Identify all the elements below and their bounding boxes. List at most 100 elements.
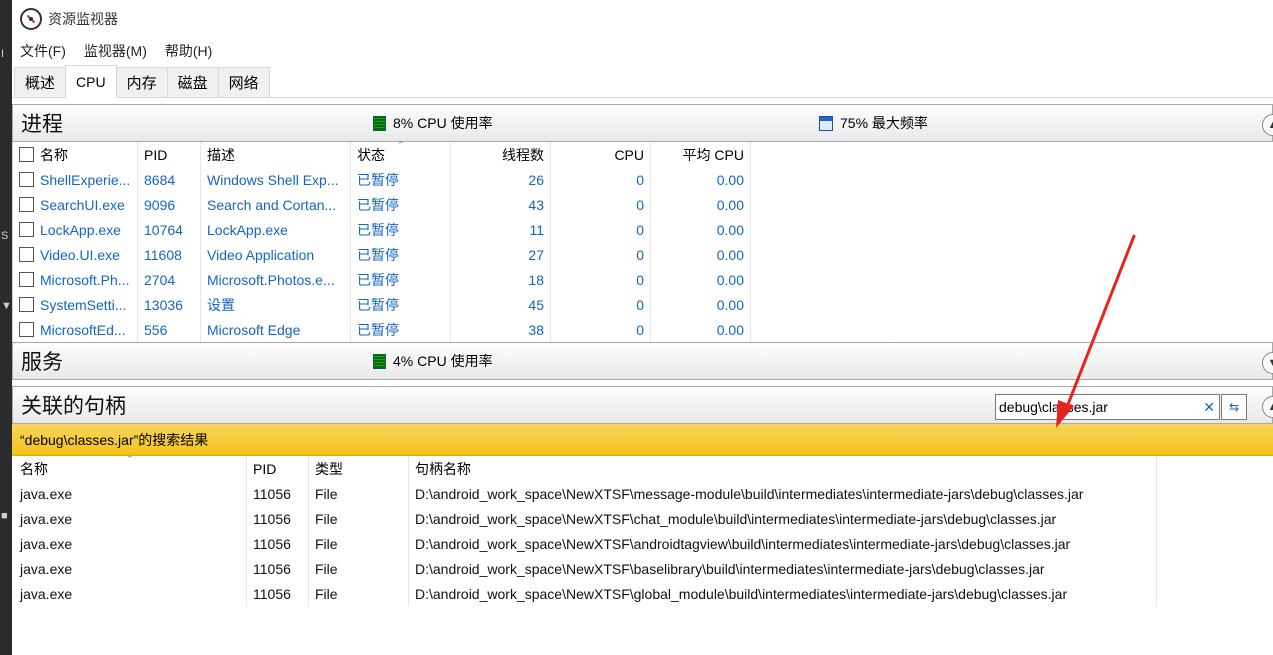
tab-overview[interactable]: 概述 <box>14 67 67 97</box>
process-state: 已暂停 <box>351 317 451 342</box>
process-checkbox[interactable] <box>19 322 34 337</box>
edge-glyph: I <box>1 48 5 60</box>
process-name: MicrosoftEd... <box>40 321 126 338</box>
process-name-cell: SearchUI.exe <box>13 192 138 217</box>
process-checkbox[interactable] <box>19 247 34 262</box>
process-name: Microsoft.Ph... <box>40 271 130 288</box>
process-checkbox[interactable] <box>19 197 34 212</box>
process-threads: 11 <box>451 217 551 242</box>
handle-name: D:\android_work_space\NewXTSF\chat_modul… <box>409 506 1157 531</box>
handle-process-name: java.exe <box>12 556 247 581</box>
process-name: Video.UI.exe <box>40 246 120 263</box>
max-frequency-label: 75% 最大频率 <box>840 115 928 131</box>
process-row[interactable]: LockApp.exe 10764 LockApp.exe 已暂停 11 0 0.00 <box>13 217 1273 242</box>
clear-icon[interactable]: ✕ <box>1203 399 1215 416</box>
handle-name: D:\android_work_space\NewXTSF\androidtag… <box>409 531 1157 556</box>
column-header-avg-cpu[interactable]: 平均 CPU <box>651 142 751 167</box>
column-header-pid[interactable]: PID <box>138 142 201 167</box>
resource-monitor-window: 资源监视器 文件(F) 监视器(M) 帮助(H) 概述 CPU 内存 磁盘 网络… <box>12 0 1273 655</box>
process-name-cell: MicrosoftEd... <box>13 317 138 342</box>
process-cpu: 0 <box>551 267 651 292</box>
process-threads: 45 <box>451 292 551 317</box>
services-title: 服务 <box>21 351 63 374</box>
tab-disk[interactable]: 磁盘 <box>166 67 219 97</box>
process-threads: 26 <box>451 167 551 192</box>
process-threads: 27 <box>451 242 551 267</box>
select-all-checkbox[interactable] <box>19 147 34 162</box>
column-header-cpu[interactable]: CPU <box>551 142 651 167</box>
collapse-icon[interactable]: ▲ <box>1262 114 1273 136</box>
process-row[interactable]: ShellExperie... 8684 Windows Shell Exp... 已… <box>13 167 1273 192</box>
process-description: LockApp.exe <box>201 217 351 242</box>
process-avg-cpu: 0.00 <box>651 317 751 342</box>
services-cpu-usage-label: 4% CPU 使用率 <box>393 353 493 369</box>
handle-process-name: java.exe <box>12 506 247 531</box>
processes-title: 进程 <box>21 113 63 136</box>
cpu-usage-icon <box>373 115 386 131</box>
expand-icon[interactable]: ▼ <box>1262 352 1273 374</box>
process-cpu: 0 <box>551 167 651 192</box>
process-name-cell: Video.UI.exe <box>13 242 138 267</box>
handle-search-input[interactable]: debug\classes.jar ✕ <box>995 394 1220 420</box>
services-header[interactable]: 服务 4% CPU 使用率 ▼ <box>12 342 1273 380</box>
menu-help[interactable]: 帮助(H) <box>165 41 212 61</box>
process-row[interactable]: Microsoft.Ph... 2704 Microsoft.Photos.e...… <box>13 267 1273 292</box>
process-pid: 11608 <box>138 242 201 267</box>
process-checkbox[interactable] <box>19 172 34 187</box>
handle-name: D:\android_work_space\NewXTSF\global_mod… <box>409 581 1157 606</box>
process-name: SearchUI.exe <box>40 196 125 213</box>
processes-header[interactable]: 进程 8% CPU 使用率 75% 最大频率 ▲ <box>12 104 1273 142</box>
handle-search-value: debug\classes.jar <box>999 399 1108 415</box>
handle-row[interactable]: java.exe 11056 File D:\android_work_space\N… <box>12 531 1273 556</box>
process-checkbox[interactable] <box>19 297 34 312</box>
column-header-handle-name[interactable]: 句柄名称 <box>409 456 1157 481</box>
handle-row[interactable]: java.exe 11056 File D:\android_work_space\N… <box>12 506 1273 531</box>
handle-row[interactable]: java.exe 11056 File D:\android_work_space\N… <box>12 581 1273 606</box>
handle-process-name: java.exe <box>12 481 247 506</box>
tab-memory[interactable]: 内存 <box>115 67 168 97</box>
process-pid: 556 <box>138 317 201 342</box>
process-checkbox[interactable] <box>19 272 34 287</box>
process-row[interactable]: Video.UI.exe 11608 Video Application 已暂停 27 0… <box>13 242 1273 267</box>
handle-pid: 11056 <box>247 481 309 506</box>
processes-table: 名称 PID 描述 状态 线程数 CPU 平均 CPU ⌃ ShellExper… <box>12 140 1273 367</box>
handle-pid: 11056 <box>247 581 309 606</box>
process-checkbox[interactable] <box>19 222 34 237</box>
process-pid: 9096 <box>138 192 201 217</box>
process-row[interactable]: SystemSetti... 13036 设置 已暂停 45 0 0.00 <box>13 292 1273 317</box>
menu-monitor[interactable]: 监视器(M) <box>84 41 147 61</box>
process-threads: 43 <box>451 192 551 217</box>
column-header-pid[interactable]: PID <box>247 456 309 481</box>
handle-row[interactable]: java.exe 11056 File D:\android_work_space\N… <box>12 556 1273 581</box>
handles-header[interactable]: 关联的句柄 debug\classes.jar ✕ ⇆ ▲ <box>12 386 1273 424</box>
column-header-description[interactable]: 描述 <box>201 142 351 167</box>
search-go-icon[interactable]: ⇆ <box>1221 394 1247 420</box>
menu-file[interactable]: 文件(F) <box>20 41 66 61</box>
process-cpu: 0 <box>551 292 651 317</box>
process-name-cell: SystemSetti... <box>13 292 138 317</box>
process-state: 已暂停 <box>351 167 451 192</box>
handle-name: D:\android_work_space\NewXTSF\message-mo… <box>409 481 1157 506</box>
handle-type: File <box>309 506 409 531</box>
column-header-type[interactable]: 类型 <box>309 456 409 481</box>
process-name-cell: ShellExperie... <box>13 167 138 192</box>
column-header-name[interactable]: 名称 <box>13 142 138 167</box>
process-cpu: 0 <box>551 242 651 267</box>
process-threads: 38 <box>451 317 551 342</box>
column-header-threads[interactable]: 线程数 <box>451 142 551 167</box>
collapse-icon[interactable]: ▲ <box>1262 396 1273 418</box>
title-bar: 资源监视器 <box>12 0 1273 38</box>
process-description: Video Application <box>201 242 351 267</box>
tab-network[interactable]: 网络 <box>217 67 270 97</box>
process-state: 已暂停 <box>351 242 451 267</box>
process-name: ShellExperie... <box>40 171 131 188</box>
tab-cpu[interactable]: CPU <box>65 65 117 98</box>
process-row[interactable]: MicrosoftEd... 556 Microsoft Edge 已暂停 38 0 0.0… <box>13 317 1273 342</box>
process-avg-cpu: 0.00 <box>651 242 751 267</box>
search-results-label: “debug\classes.jar”的搜索结果 <box>20 431 209 448</box>
process-name-cell: Microsoft.Ph... <box>13 267 138 292</box>
sort-indicator-icon: ⌃ <box>397 140 405 150</box>
process-row[interactable]: SearchUI.exe 9096 Search and Cortan... 已暂停 4… <box>13 192 1273 217</box>
handle-row[interactable]: java.exe 11056 File D:\android_work_space\N… <box>12 481 1273 506</box>
cpu-usage-icon <box>373 353 386 369</box>
